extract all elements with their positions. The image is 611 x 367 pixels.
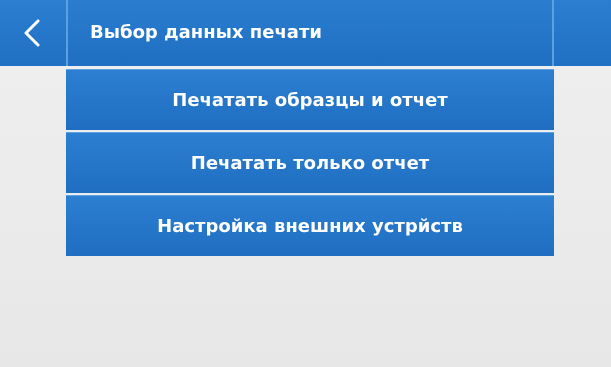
page-title: Выбор данных печати (90, 22, 322, 43)
screen: Выбор данных печати Печатать образцы и о… (0, 0, 611, 367)
print-samples-and-report-button[interactable]: Печатать образцы и отчет (66, 69, 554, 130)
external-devices-settings-button[interactable]: Настройка внешних устрйств (66, 195, 554, 256)
header-bar: Выбор данных печати (0, 0, 611, 66)
chevron-left-icon (24, 19, 40, 47)
back-button[interactable] (0, 0, 64, 66)
title-box: Выбор данных печати (66, 0, 554, 66)
print-data-menu: Печатать образцы и отчет Печатать только… (66, 69, 554, 258)
print-report-only-button[interactable]: Печатать только отчет (66, 132, 554, 193)
